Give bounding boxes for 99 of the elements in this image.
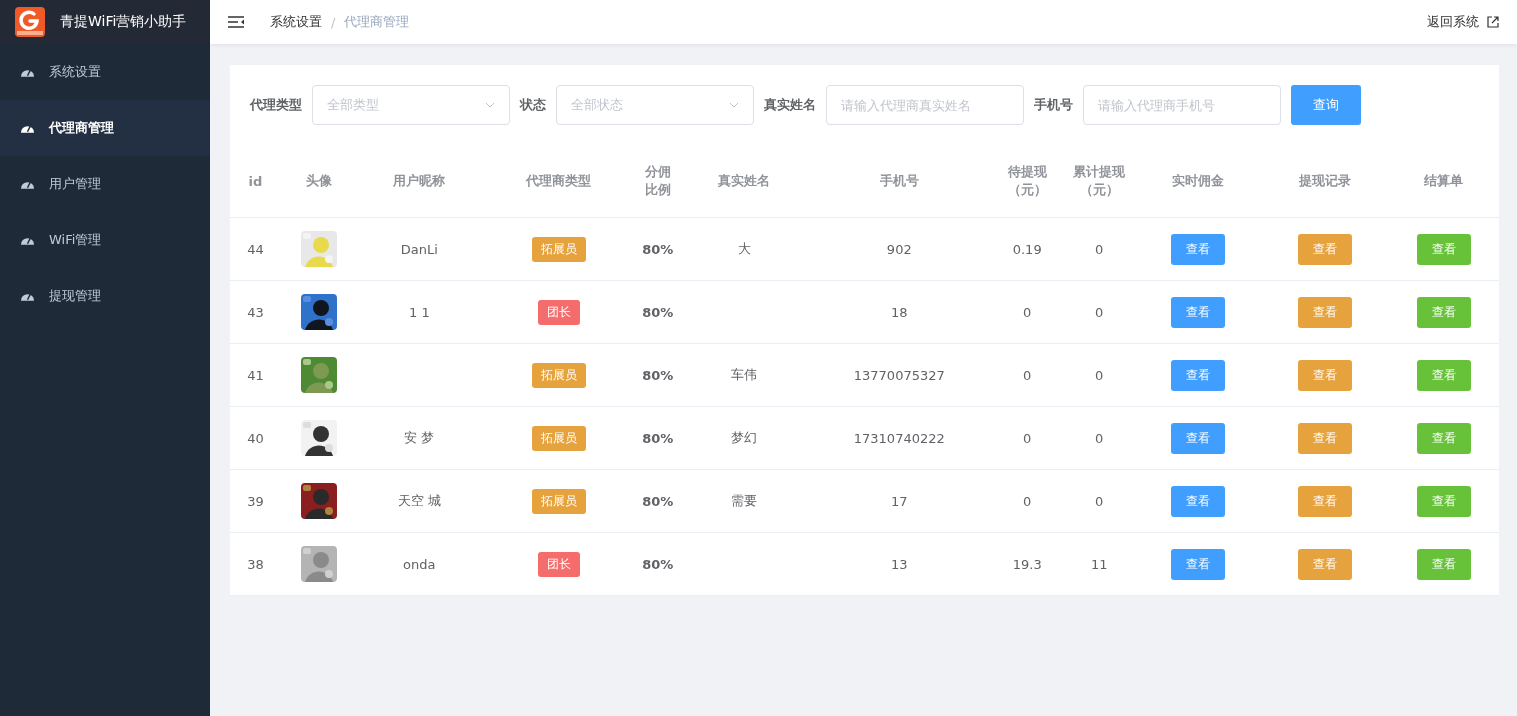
view-button[interactable]: 查看 <box>1298 359 1352 391</box>
table-cell: 安 梦 <box>404 430 435 445</box>
view-button[interactable]: 查看 <box>1416 296 1471 328</box>
view-button[interactable]: 查看 <box>1171 296 1226 328</box>
view-button[interactable]: 查看 <box>1298 422 1352 454</box>
table-cell: 80% <box>642 493 674 509</box>
view-button[interactable]: 查看 <box>1416 233 1471 265</box>
table-cell: 0 <box>1095 367 1104 383</box>
table-cell: 43 <box>247 304 264 320</box>
view-button[interactable]: 查看 <box>1171 422 1226 454</box>
type-tag: 拓展员 <box>531 362 586 388</box>
table-cell: onda <box>403 556 436 572</box>
type-tag: 团长 <box>537 551 580 577</box>
table-cell: 0 <box>1023 430 1032 446</box>
select-field[interactable]: 全部类型 <box>312 85 510 125</box>
view-button[interactable]: 查看 <box>1171 233 1226 265</box>
table-cell: 44 <box>247 241 264 257</box>
view-button[interactable]: 查看 <box>1416 548 1471 580</box>
table-cell: 19.3 <box>1012 556 1042 572</box>
table-cell: 17310740222 <box>853 430 945 446</box>
column-header: 用户昵称 <box>393 173 446 188</box>
type-tag: 拓展员 <box>531 425 586 451</box>
table-cell: 0 <box>1095 430 1104 446</box>
column-header: 头像 <box>305 173 332 188</box>
view-button[interactable]: 查看 <box>1171 548 1226 580</box>
back-link[interactable]: 返回系统 <box>1427 13 1479 31</box>
table-cell: 天空 城 <box>397 493 441 508</box>
breadcrumb-link[interactable]: 系统设置 <box>270 13 322 31</box>
view-button[interactable]: 查看 <box>1298 485 1352 517</box>
column-header: 代理商类型 <box>526 173 592 188</box>
table-cell: 40 <box>247 430 264 446</box>
table-cell: 梦幻 <box>731 430 758 445</box>
menu-icon[interactable] <box>228 16 244 28</box>
column-header: 结算单 <box>1424 173 1464 188</box>
filter-label: 手机号 <box>1034 96 1073 114</box>
table-cell: 0 <box>1023 304 1032 320</box>
view-button[interactable]: 查看 <box>1171 359 1226 391</box>
type-tag: 拓展员 <box>531 236 586 262</box>
table-cell: 80% <box>642 241 674 257</box>
app-title: 青提WiFi营销小助手 <box>60 13 187 31</box>
chevron-down-icon <box>485 102 495 108</box>
column-header: 手机号 <box>879 173 919 188</box>
column-header: 待提现（元） <box>1007 164 1047 197</box>
column-header: 真实姓名 <box>718 173 771 188</box>
column-header: 实时佣金 <box>1172 173 1225 188</box>
filter-label: 真实姓名 <box>764 96 816 114</box>
table-cell: 38 <box>247 556 264 572</box>
table-cell: 0 <box>1095 304 1104 320</box>
table-cell: 0.19 <box>1012 241 1042 257</box>
filter-label: 状态 <box>520 96 546 114</box>
table-cell: 17 <box>891 493 908 509</box>
column-header: 提现记录 <box>1299 173 1351 188</box>
table-cell: 80% <box>642 304 674 320</box>
table-cell: 0 <box>1023 493 1032 509</box>
sidebar-item[interactable]: 提现管理 <box>0 268 210 324</box>
input-field[interactable]: 请输入代理商手机号 <box>1083 85 1281 125</box>
filter-label: 代理类型 <box>250 96 302 114</box>
sidebar-item[interactable]: 用户管理 <box>0 156 210 212</box>
table-cell: 13 <box>891 556 908 572</box>
table-cell: 13770075327 <box>853 367 945 383</box>
select-field[interactable]: 全部状态 <box>556 85 754 125</box>
sidebar-item[interactable]: 系统设置 <box>0 44 210 100</box>
input-field[interactable]: 请输入代理商真实姓名 <box>826 85 1024 125</box>
view-button[interactable]: 查看 <box>1298 548 1352 580</box>
view-button[interactable]: 查看 <box>1416 485 1471 517</box>
view-button[interactable]: 查看 <box>1416 359 1471 391</box>
table-cell: 80% <box>642 556 674 572</box>
type-tag: 拓展员 <box>531 488 586 514</box>
table-cell: 39 <box>247 493 264 509</box>
logo-icon <box>15 7 45 37</box>
view-button[interactable]: 查看 <box>1171 485 1226 517</box>
view-button[interactable]: 查看 <box>1416 422 1471 454</box>
breadcrumb-current: 代理商管理 <box>344 13 410 31</box>
table-cell: 0 <box>1095 493 1104 509</box>
table-cell: 0 <box>1095 241 1104 257</box>
chevron-down-icon <box>729 102 739 108</box>
table-cell: 902 <box>886 241 912 257</box>
table-cell: 车伟 <box>731 367 758 382</box>
column-header: 累计提现（元） <box>1073 164 1126 197</box>
table-cell: 41 <box>247 367 264 383</box>
table-cell: 大 <box>737 241 751 256</box>
sidebar-item[interactable]: 代理商管理 <box>0 100 210 156</box>
table-cell: 80% <box>642 367 674 383</box>
external-link-icon[interactable] <box>1487 16 1499 28</box>
table-cell: 0 <box>1023 367 1032 383</box>
table-cell: 80% <box>642 430 674 446</box>
column-header: 分佣比例 <box>644 164 671 197</box>
table-cell: 1 1 <box>409 304 430 320</box>
column-header: id <box>248 173 263 189</box>
type-tag: 团长 <box>537 299 580 325</box>
table-cell: 11 <box>1090 556 1108 572</box>
view-button[interactable]: 查看 <box>1298 296 1352 328</box>
view-button[interactable]: 查看 <box>1298 233 1352 265</box>
table-cell: 需要 <box>731 493 758 508</box>
sidebar-item[interactable]: WiFi管理 <box>0 212 210 268</box>
table-cell: 18 <box>891 304 908 320</box>
query-button[interactable]: 查询 <box>1291 85 1361 125</box>
breadcrumb-separator: / <box>331 14 336 30</box>
table-cell: DanLi <box>400 241 438 257</box>
